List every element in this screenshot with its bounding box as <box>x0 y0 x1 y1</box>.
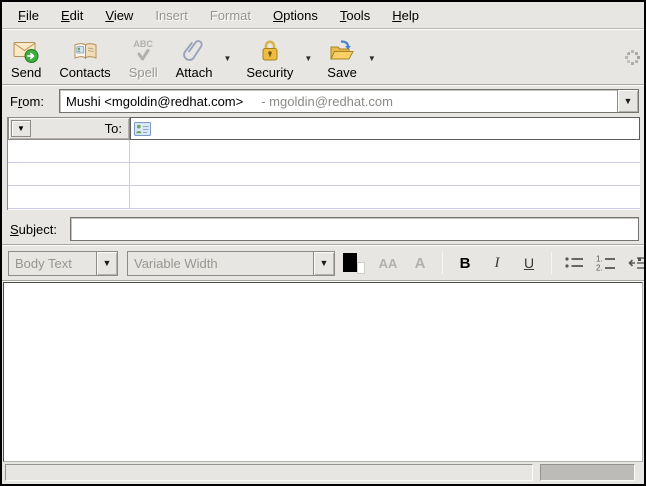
send-button[interactable]: Send <box>4 32 48 83</box>
subject-row: Subject: <box>2 214 644 244</box>
menu-item-file[interactable]: File <box>10 4 47 27</box>
font-name-chevron-button[interactable]: ▼ <box>313 252 334 275</box>
svg-text:2.: 2. <box>596 264 603 273</box>
toolbar-overflow-indicator[interactable] <box>638 258 641 261</box>
unindent-button[interactable] <box>624 250 646 276</box>
menu-item-options[interactable]: Options <box>265 4 326 27</box>
to-address-input[interactable] <box>154 121 636 136</box>
spell-button-label: Spell <box>129 65 158 80</box>
foreground-color-swatch <box>343 253 357 272</box>
contacts-button-label: Contacts <box>59 65 110 80</box>
spell-check-icon: ABC <box>131 37 155 65</box>
from-label: From: <box>10 94 59 109</box>
status-message <box>5 464 533 481</box>
contacts-icon <box>72 37 99 65</box>
security-button[interactable]: Security <box>239 32 300 83</box>
attach-dropdown-arrow[interactable]: ▼ <box>223 54 231 63</box>
paragraph-style-combo[interactable]: Body Text ▼ <box>8 251 118 276</box>
unindent-icon <box>627 253 646 273</box>
to-label: To: <box>31 121 127 136</box>
svg-text:1.: 1. <box>596 255 603 264</box>
security-lock-icon <box>258 37 282 65</box>
decrease-font-size-button: AA <box>374 250 402 276</box>
format-toolbar-separator <box>551 252 552 274</box>
bullet-list-button[interactable] <box>560 250 588 276</box>
send-icon <box>13 37 39 65</box>
subject-input[interactable] <box>70 217 639 241</box>
busy-spinner-icon <box>625 50 628 53</box>
increase-font-size-button: A <box>406 250 434 276</box>
contacts-button[interactable]: Contacts <box>52 32 117 83</box>
spell-button: ABC Spell <box>122 32 165 83</box>
menu-item-edit[interactable]: Edit <box>53 4 91 27</box>
bold-button[interactable]: B <box>451 250 479 276</box>
chevron-down-icon: ▼ <box>103 258 112 268</box>
main-toolbar: Send Contacts ABC <box>2 30 644 84</box>
save-folder-icon <box>328 37 356 65</box>
menu-item-tools[interactable]: Tools <box>332 4 378 27</box>
save-button[interactable]: Save <box>320 32 364 83</box>
status-progress-area <box>540 464 635 481</box>
format-toolbar-separator <box>442 252 443 274</box>
save-dropdown-arrow[interactable]: ▼ <box>368 54 376 63</box>
security-button-label: Security <box>246 65 293 80</box>
menu-item-help[interactable]: Help <box>384 4 427 27</box>
message-body-editor[interactable] <box>3 282 643 462</box>
format-toolbar: Body Text ▼ Variable Width ▼ AA A B I U … <box>2 246 644 280</box>
from-row: From: Mushi <mgoldin@redhat.com> - mgold… <box>2 86 644 116</box>
status-bar <box>2 462 644 484</box>
numbered-list-button[interactable]: 1. 2. <box>592 250 620 276</box>
recipient-empty-row[interactable] <box>8 140 640 163</box>
numbered-list-icon: 1. 2. <box>595 253 617 273</box>
save-button-label: Save <box>327 65 357 80</box>
paragraph-style-value: Body Text <box>9 252 96 275</box>
contact-card-icon <box>134 122 151 136</box>
font-name-value: Variable Width <box>128 252 313 275</box>
menu-item-format: Format <box>202 4 259 27</box>
send-button-label: Send <box>11 65 41 80</box>
background-color-swatch <box>357 262 365 274</box>
from-account-secondary: - mgoldin@redhat.com <box>261 94 393 109</box>
to-entry-cell[interactable] <box>130 117 640 140</box>
from-account-combo[interactable]: Mushi <mgoldin@redhat.com> - mgoldin@red… <box>59 89 639 113</box>
attach-paperclip-icon <box>181 37 207 65</box>
chevron-down-icon: ▼ <box>320 258 329 268</box>
security-dropdown-arrow[interactable]: ▼ <box>304 54 312 63</box>
menu-item-view[interactable]: View <box>97 4 141 27</box>
from-combo-chevron-button[interactable]: ▼ <box>617 90 638 112</box>
chevron-down-icon: ▼ <box>624 96 633 106</box>
recipients-grid: ▼ To: <box>7 117 640 210</box>
subject-label: Subject: <box>10 222 70 237</box>
font-name-combo[interactable]: Variable Width ▼ <box>127 251 335 276</box>
menu-item-insert: Insert <box>147 4 196 27</box>
chevron-down-icon: ▼ <box>17 124 25 133</box>
attach-button[interactable]: Attach <box>169 32 220 83</box>
italic-button[interactable]: I <box>483 250 511 276</box>
to-selector-chevron-button[interactable]: ▼ <box>11 120 31 137</box>
font-color-button[interactable] <box>342 251 366 275</box>
from-account-value: Mushi <mgoldin@redhat.com> - mgoldin@red… <box>60 90 617 112</box>
paragraph-style-chevron-button[interactable]: ▼ <box>96 252 117 275</box>
menu-bar: File Edit View Insert Format Options Too… <box>2 2 644 28</box>
recipient-empty-row[interactable] <box>8 163 640 186</box>
compose-mail-window: File Edit View Insert Format Options Too… <box>0 0 646 486</box>
to-field-selector-button[interactable]: ▼ To: <box>8 117 130 140</box>
attach-button-label: Attach <box>176 65 213 80</box>
recipient-empty-row[interactable] <box>8 186 640 209</box>
underline-button[interactable]: U <box>515 250 543 276</box>
bullet-list-icon <box>563 253 585 273</box>
